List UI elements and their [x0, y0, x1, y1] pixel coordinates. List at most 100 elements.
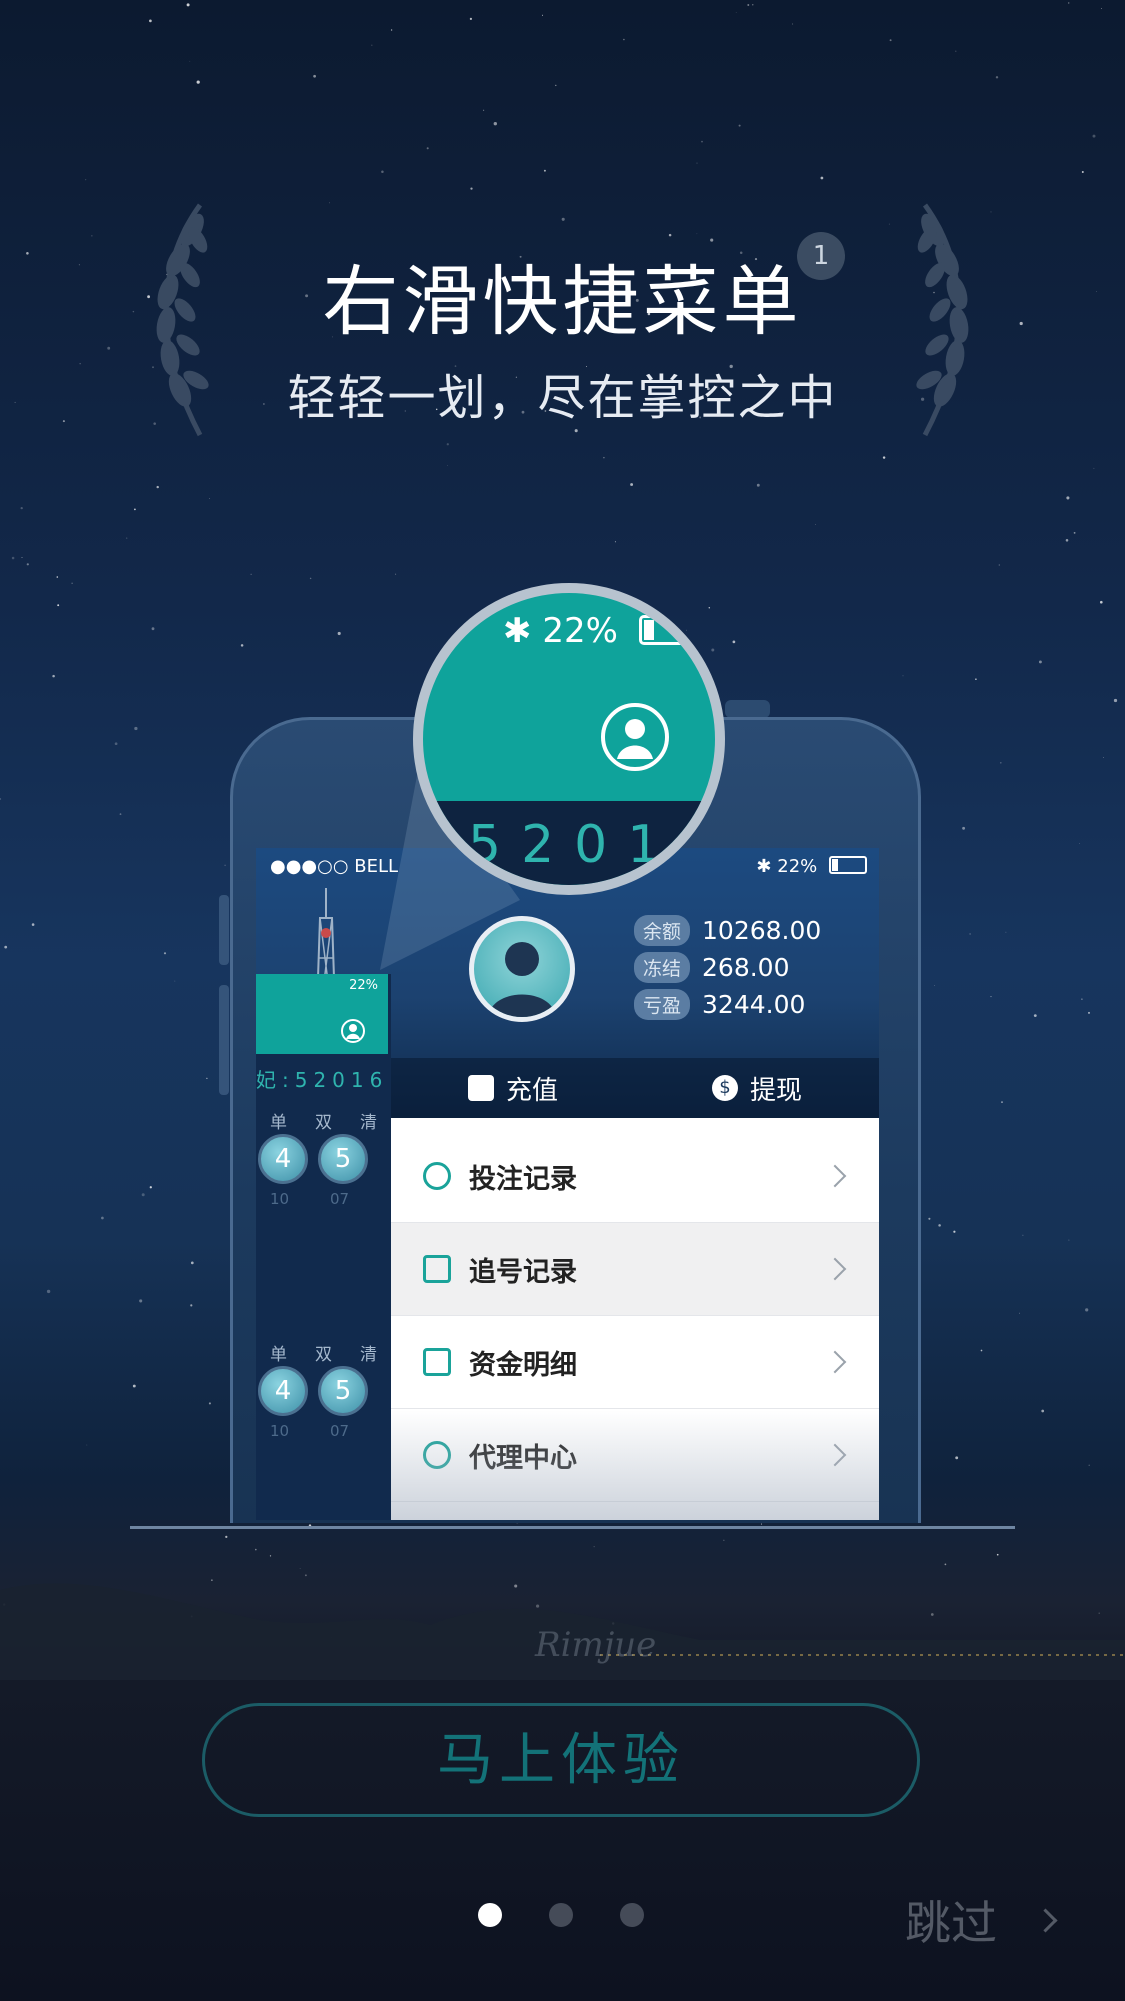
- calculator-icon: [423, 1348, 451, 1376]
- star: [962, 826, 966, 830]
- star: [696, 162, 698, 164]
- menu-item-agent-center[interactable]: 代理中心: [391, 1409, 879, 1502]
- star: [71, 582, 73, 584]
- star: [149, 1186, 152, 1189]
- star: [747, 4, 750, 6]
- star: [1088, 1011, 1090, 1014]
- star: [1033, 1014, 1037, 1018]
- star: [11, 556, 15, 560]
- star: [820, 176, 824, 180]
- star: [934, 984, 936, 986]
- account-stats: 余额 10268.00 冻结 268.00 亏盈 3244.00: [634, 912, 821, 1023]
- star: [1085, 1308, 1089, 1312]
- panel-green-header: 22%: [256, 974, 388, 1054]
- star: [995, 76, 999, 79]
- star: [52, 674, 55, 678]
- user-silhouette-icon: [488, 942, 556, 1017]
- intro-subtitle: 轻轻一划，尽在掌控之中: [287, 370, 838, 426]
- stat-profit: 亏盈 3244.00: [634, 986, 821, 1023]
- star: [990, 996, 992, 998]
- star: [56, 576, 59, 578]
- skip-button[interactable]: 跳过: [905, 1887, 1058, 1953]
- star: [469, 17, 473, 21]
- menu-item-fund-details[interactable]: 资金明细: [391, 1316, 879, 1409]
- star: [1100, 7, 1102, 9]
- withdraw-button[interactable]: $ 提现: [635, 1058, 879, 1118]
- star: [738, 124, 741, 127]
- phone-volume-button-2: [219, 985, 229, 1095]
- battery-percent: 22%: [777, 856, 818, 877]
- star: [156, 485, 159, 489]
- star: [1005, 931, 1007, 933]
- try-now-button[interactable]: 马上体验: [202, 1703, 920, 1817]
- star: [815, 524, 816, 526]
- star: [902, 675, 904, 677]
- star: [174, 980, 176, 982]
- star: [888, 223, 890, 225]
- star: [86, 1444, 88, 1446]
- star: [114, 742, 118, 746]
- agent-list-icon: [423, 1441, 451, 1469]
- star: [447, 465, 448, 466]
- skip-label: 跳过: [905, 1896, 997, 1950]
- page-dot-3[interactable]: [620, 1903, 644, 1927]
- chart-board-icon: [423, 1255, 451, 1283]
- row-header: 双: [315, 1113, 332, 1133]
- star: [1041, 1409, 1045, 1413]
- star: [250, 573, 252, 575]
- star: [1113, 698, 1118, 703]
- menu-item-bet-records[interactable]: 投注记录: [391, 1130, 879, 1223]
- bluetooth-icon: ✱: [503, 611, 532, 651]
- star: [189, 60, 191, 62]
- star: [1093, 467, 1095, 469]
- star: [1001, 1101, 1003, 1103]
- star: [119, 813, 122, 815]
- star: [313, 74, 316, 78]
- recharge-label: 充值: [505, 1075, 558, 1106]
- star: [101, 1216, 104, 1220]
- number-ball: 4: [258, 1134, 308, 1184]
- row-header: 单: [270, 1113, 287, 1133]
- star: [134, 726, 138, 731]
- star: [483, 109, 485, 111]
- star: [381, 170, 384, 174]
- star: [1081, 998, 1083, 1000]
- menu-item-chase-records[interactable]: 追号记录: [391, 1223, 879, 1316]
- star: [329, 202, 331, 204]
- star: [668, 233, 672, 237]
- star: [446, 443, 449, 446]
- star: [1073, 531, 1076, 534]
- page-dot-1[interactable]: [478, 1903, 502, 1927]
- phone-top-bump: [725, 700, 770, 718]
- ball-sub-label: 10: [270, 1422, 290, 1440]
- star: [999, 761, 1002, 764]
- star: [882, 456, 886, 459]
- star: [493, 122, 497, 126]
- star: [0, 798, 2, 800]
- star: [938, 1224, 941, 1227]
- menu-item-label: 投注记录: [469, 1163, 577, 1195]
- row-header: 清: [360, 1113, 377, 1133]
- star: [309, 577, 312, 580]
- chevron-right-icon: [1033, 1907, 1058, 1933]
- page-dot-2[interactable]: [549, 1903, 573, 1927]
- star: [1088, 1464, 1090, 1466]
- row-header: 清: [360, 1345, 377, 1365]
- star: [139, 1299, 143, 1303]
- recharge-button[interactable]: 充值: [391, 1058, 635, 1118]
- star: [603, 456, 605, 459]
- star: [623, 38, 625, 41]
- star: [1079, 843, 1080, 845]
- star: [20, 506, 23, 510]
- menu-item-label: 资金明细: [469, 1349, 577, 1381]
- user-avatar[interactable]: [469, 916, 575, 1022]
- page-indicator: [478, 1903, 691, 1927]
- star: [1099, 600, 1103, 604]
- battery-icon: [638, 615, 699, 645]
- star: [196, 80, 200, 84]
- underlying-page-panel: 22% 妃:52016 单 双 清 4 5 10 07 单 双 清 4 5 10…: [256, 974, 391, 1520]
- star: [756, 483, 760, 487]
- status-right: ✱ 22%: [756, 856, 867, 877]
- chevron-right-icon: [823, 1164, 847, 1188]
- panel-row-headers: 单 双 清: [256, 1340, 391, 1365]
